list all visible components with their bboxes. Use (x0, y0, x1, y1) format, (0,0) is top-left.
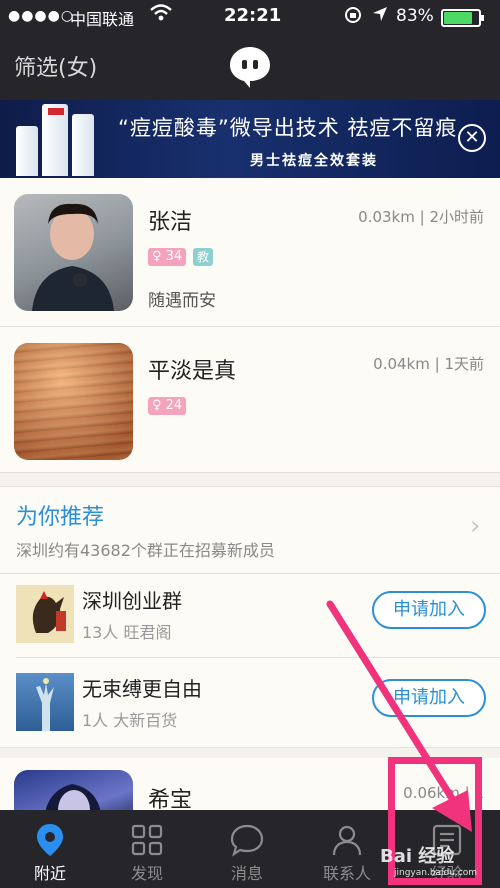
divider (16, 657, 500, 658)
tab-messages[interactable]: 消息 (197, 810, 297, 888)
tab-bar: 附近 发现 消息 联系人 经验 (0, 810, 500, 888)
join-button[interactable]: 申请加入 (372, 591, 486, 629)
chat-bubble-logo-icon[interactable] (228, 45, 272, 88)
recommend-card: 为你推荐 深圳约有43682个群正在招募新成员 › 深圳创业群 13人 旺君阁 … (0, 486, 500, 748)
tab-contacts[interactable]: 联系人 (297, 810, 397, 888)
status-bar: ●●●●○ 中国联通 22:21 83% (0, 0, 500, 34)
ad-subline: 男士祛痘全效套装 (250, 153, 378, 169)
chat-bubble-icon (229, 822, 265, 858)
wifi-icon (150, 4, 172, 26)
age-badge: ♀ 34 (148, 248, 187, 266)
tab-discover[interactable]: 发现 (97, 810, 197, 888)
product-image (16, 102, 106, 176)
recommend-title[interactable]: 为你推荐 (16, 499, 104, 531)
signal-strength: ●●●●○ (8, 8, 75, 24)
filter-button[interactable]: 筛选(女) (14, 50, 97, 82)
distance-time: 0.03km | 2小时前 (358, 208, 484, 226)
group-name: 无束缚更自由 (82, 677, 202, 701)
join-button[interactable]: 申请加入 (372, 679, 486, 717)
distance-time: 0.04km | 1天前 (373, 355, 484, 373)
tab-label: 经验 (430, 864, 463, 883)
avatar[interactable] (14, 343, 133, 460)
age-badge: ♀ 24 (148, 397, 187, 415)
person-icon (329, 822, 365, 858)
group-avatar (16, 673, 74, 731)
tab-label: 附近 (33, 864, 66, 883)
group-avatar (16, 585, 74, 643)
tab-nearby[interactable]: 附近 (0, 810, 100, 888)
ad-headline: “痘痘酸毒”微导出技术 祛痘不留痕 (118, 116, 458, 140)
tab-label: 消息 (230, 864, 263, 883)
battery-icon (441, 9, 484, 27)
chevron-right-icon[interactable]: › (470, 511, 480, 541)
ad-banner[interactable]: “痘痘酸毒”微导出技术 祛痘不留痕 男士祛痘全效套装 (0, 100, 500, 178)
person-signature: 随遇而安 (148, 291, 216, 311)
group-info: 13人 旺君阁 (82, 623, 172, 642)
article-icon (429, 822, 465, 858)
occupation-badge: 教 (193, 248, 213, 266)
tab-label: 发现 (130, 864, 163, 883)
list-item[interactable]: 平淡是真 0.04km | 1天前 ♀ 24 (0, 327, 500, 473)
top-bar: ●●●●○ 中国联通 22:21 83% 筛选(女) (0, 0, 500, 100)
rotation-lock-icon (344, 6, 362, 28)
list-item[interactable]: 张洁 0.03km | 2小时前 ♀ 34 教 随遇而安 (0, 178, 500, 327)
person-name: 张洁 (148, 210, 193, 235)
group-info: 1人 大新百货 (82, 711, 178, 730)
clock: 22:21 (224, 5, 282, 26)
location-pin-icon (32, 822, 68, 858)
person-name: 平淡是真 (148, 359, 237, 384)
avatar[interactable] (14, 194, 133, 311)
group-name: 深圳创业群 (82, 589, 182, 613)
carrier-name: 中国联通 (70, 10, 135, 29)
battery-percent: 83% (396, 6, 434, 26)
grid-icon (129, 822, 165, 858)
location-arrow-icon (372, 6, 388, 26)
distance-time: 0.06km | 1 (403, 784, 484, 802)
tab-experience[interactable]: 经验 (397, 810, 497, 888)
tab-label: 联系人 (322, 864, 371, 883)
recommend-subtitle: 深圳约有43682个群正在招募新成员 (16, 541, 275, 560)
close-icon[interactable]: ✕ (458, 124, 486, 152)
group-item[interactable]: 深圳创业群 13人 旺君阁 申请加入 (0, 585, 500, 671)
divider (0, 573, 500, 574)
list-item[interactable]: 希宝 0.06km | 1 (0, 758, 500, 830)
group-item[interactable]: 无束缚更自由 1人 大新百货 申请加入 (0, 673, 500, 759)
